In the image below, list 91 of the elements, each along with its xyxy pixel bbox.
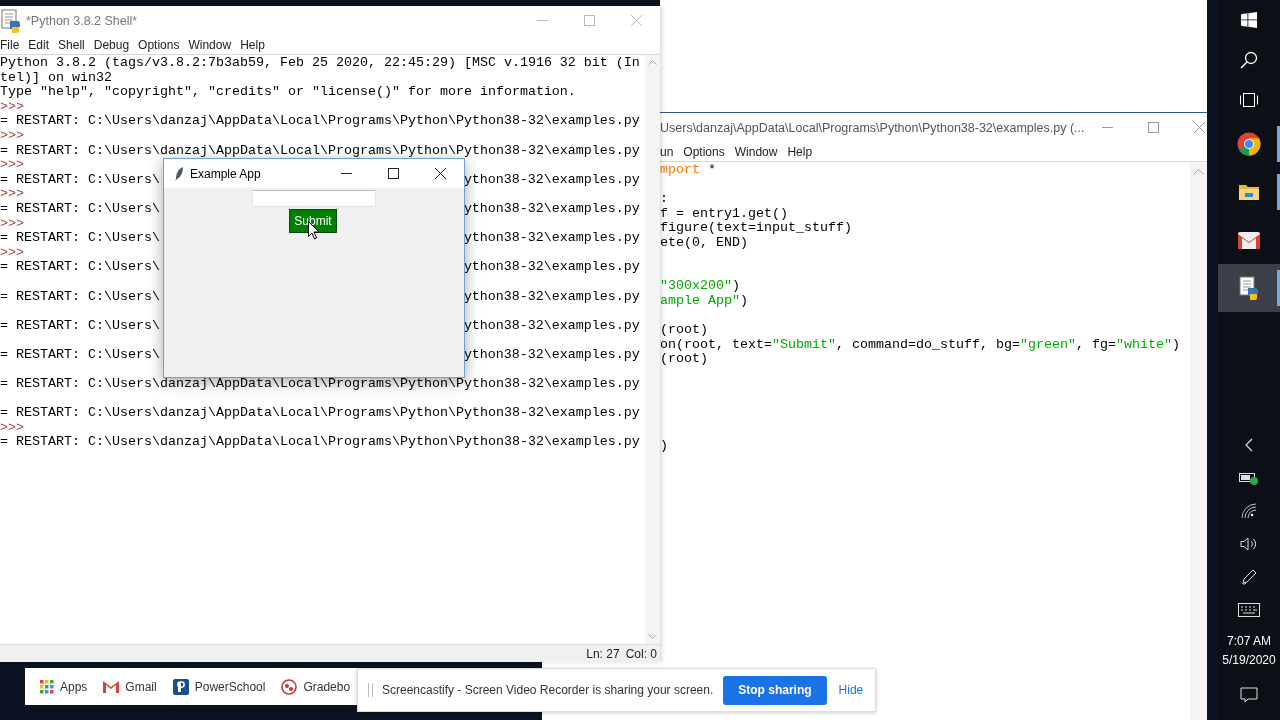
console-line: ython38-32\examples.py	[463, 172, 640, 188]
console-line: = RESTART: C:\Users\	[0, 201, 160, 217]
chevron-left-icon[interactable]	[1245, 437, 1253, 452]
console-line: = RESTART: C:\Users\	[0, 347, 160, 363]
code-line: mport *	[660, 163, 717, 178]
console-line: = RESTART: C:\Users\danzaj\AppData\Local\Programs\Python\Python38-32\examples.py	[0, 113, 640, 129]
window-title: Example App	[190, 166, 262, 181]
feather-icon	[174, 165, 184, 182]
submit-button[interactable]: Submit	[289, 209, 337, 233]
clock-time[interactable]: 7:07 AM	[1227, 632, 1271, 651]
taskbar-button[interactable]	[1218, 264, 1280, 312]
console-line: ython38-32\examples.py	[463, 289, 640, 305]
clock-date[interactable]: 5/19/2020	[1222, 651, 1276, 670]
bookmark-link[interactable]: Gradebo	[281, 678, 351, 695]
console-line: = RESTART: C:\Users\danzaj\AppData\Local\Programs\Python\Python38-32\examples.py	[0, 376, 640, 392]
grip-icon[interactable]	[368, 683, 373, 697]
browser-icon	[1237, 132, 1261, 156]
console-line: ython38-32\examples.py	[463, 231, 640, 246]
console-line: = RESTART: C:\Users\	[0, 289, 160, 305]
menu-item[interactable]: Window	[188, 37, 232, 52]
prompt-text: >>>	[0, 186, 24, 202]
menu-item[interactable]: Help	[240, 37, 265, 52]
square-logo-icon	[172, 678, 189, 695]
menu-item[interactable]: File	[0, 37, 20, 52]
code-line: ample App")	[660, 293, 749, 309]
prompt-text: >>>	[0, 419, 24, 435]
grid-icon	[40, 679, 54, 694]
stop-sharing-button[interactable]: Stop sharing	[723, 675, 827, 705]
menu-item[interactable]: Shell	[58, 37, 85, 52]
console-line: ython38-32\examples.py	[463, 260, 640, 275]
bookmark-link[interactable]: Gmail	[103, 679, 157, 694]
console-line: ython38-32\examples.py	[463, 347, 640, 363]
column-number: Col: 0	[625, 646, 657, 661]
code-line: ete(0, END)	[660, 235, 749, 251]
windows-logo-icon	[1241, 12, 1257, 28]
menu-item[interactable]: Edit	[28, 37, 50, 52]
code-line: on(root, text="Submit", command=do_stuff, bg="green", fg="white")	[660, 337, 1181, 353]
console-line: = RESTART: C:\Users\danzaj\AppData\Local\Programs\Python\Python38-32\examples.py	[0, 434, 640, 450]
console-line: = RESTART: C:\Users\	[0, 318, 160, 334]
prompt-text: >>>	[0, 244, 24, 260]
prompt-text: >>>	[0, 215, 24, 231]
code-line: f = entry1.get()	[660, 206, 789, 222]
code-line: "300x200")	[660, 279, 741, 294]
menu-item[interactable]: Options	[138, 37, 180, 52]
console-line: tel)] on win32	[0, 69, 112, 85]
battery-icon[interactable]	[1239, 470, 1259, 485]
console-line: ython38-32\examples.py	[463, 318, 640, 334]
console-line: = RESTART: C:\Users\	[0, 231, 160, 246]
prompt-text: >>>	[0, 157, 24, 173]
console-line: = RESTART: C:\Users\danzaj\AppData\Local\Programs\Python\Python38-32\examples.py	[0, 142, 640, 158]
console-line: ython38-32\examples.py	[463, 201, 640, 217]
maximize-icon[interactable]	[388, 168, 399, 179]
code-line: figure(text=input_stuff)	[660, 221, 853, 236]
code-line: (root)	[660, 323, 709, 338]
task-view-icon	[1239, 92, 1259, 108]
console-line: Python 3.8.2 (tags/v3.8.2:7b3ab59, Feb 25 2020, 22:45:29) [MSC v.1916 32 bit (In	[0, 55, 640, 70]
menu-item[interactable]: Help	[787, 144, 813, 159]
window-title: *Python 3.8.2 Shell*	[26, 13, 139, 28]
notification-icon[interactable]	[1240, 687, 1258, 703]
prompt-text: >>>	[0, 127, 24, 143]
code-line: (root)	[660, 352, 709, 367]
prompt-text: >>>	[0, 98, 24, 114]
bookmark-link[interactable]: PowerSchool	[172, 678, 266, 695]
script-icon	[1238, 276, 1260, 300]
menu-item[interactable]: Window	[734, 144, 778, 159]
window-title: Users\danzaj\AppData\Local\Programs\Python\Python38-32\examples.py (...	[660, 120, 1085, 135]
text-entry-field[interactable]	[252, 190, 376, 207]
console-line: = RESTART: C:\Users\	[0, 260, 160, 275]
mail-icon	[1238, 231, 1260, 249]
menu-item[interactable]: Options	[683, 144, 725, 159]
close-icon[interactable]	[435, 168, 446, 179]
mail-icon	[103, 680, 120, 693]
menu-item[interactable]: un	[660, 144, 674, 159]
menu-item[interactable]: Debug	[93, 37, 130, 52]
line-number: Ln: 27	[586, 646, 620, 661]
circle-logo-icon	[281, 678, 298, 695]
code-line: )	[660, 439, 669, 454]
console-line: = RESTART: C:\Users\danzaj\AppData\Local\Programs\Python\Python38-32\examples.py	[0, 405, 640, 421]
folder-icon	[1238, 183, 1260, 201]
console-line: Type "help", "copyright", "credits" or "license()" for more information.	[0, 84, 576, 100]
bookmark-link[interactable]: Apps	[40, 679, 88, 694]
search-icon	[1240, 51, 1258, 69]
console-line: = RESTART: C:\Users\	[0, 172, 160, 188]
speaker-icon[interactable]	[1240, 536, 1258, 551]
code-line: :	[660, 192, 669, 207]
hide-link[interactable]: Hide	[838, 683, 864, 697]
keyboard-icon[interactable]	[1238, 602, 1260, 617]
scrollbar[interactable]	[1190, 162, 1207, 720]
wifi-icon[interactable]	[1241, 502, 1257, 519]
share-message: Screencastify - Screen Video Recorder is sharing your screen.	[382, 683, 714, 697]
pen-icon[interactable]	[1241, 568, 1257, 585]
